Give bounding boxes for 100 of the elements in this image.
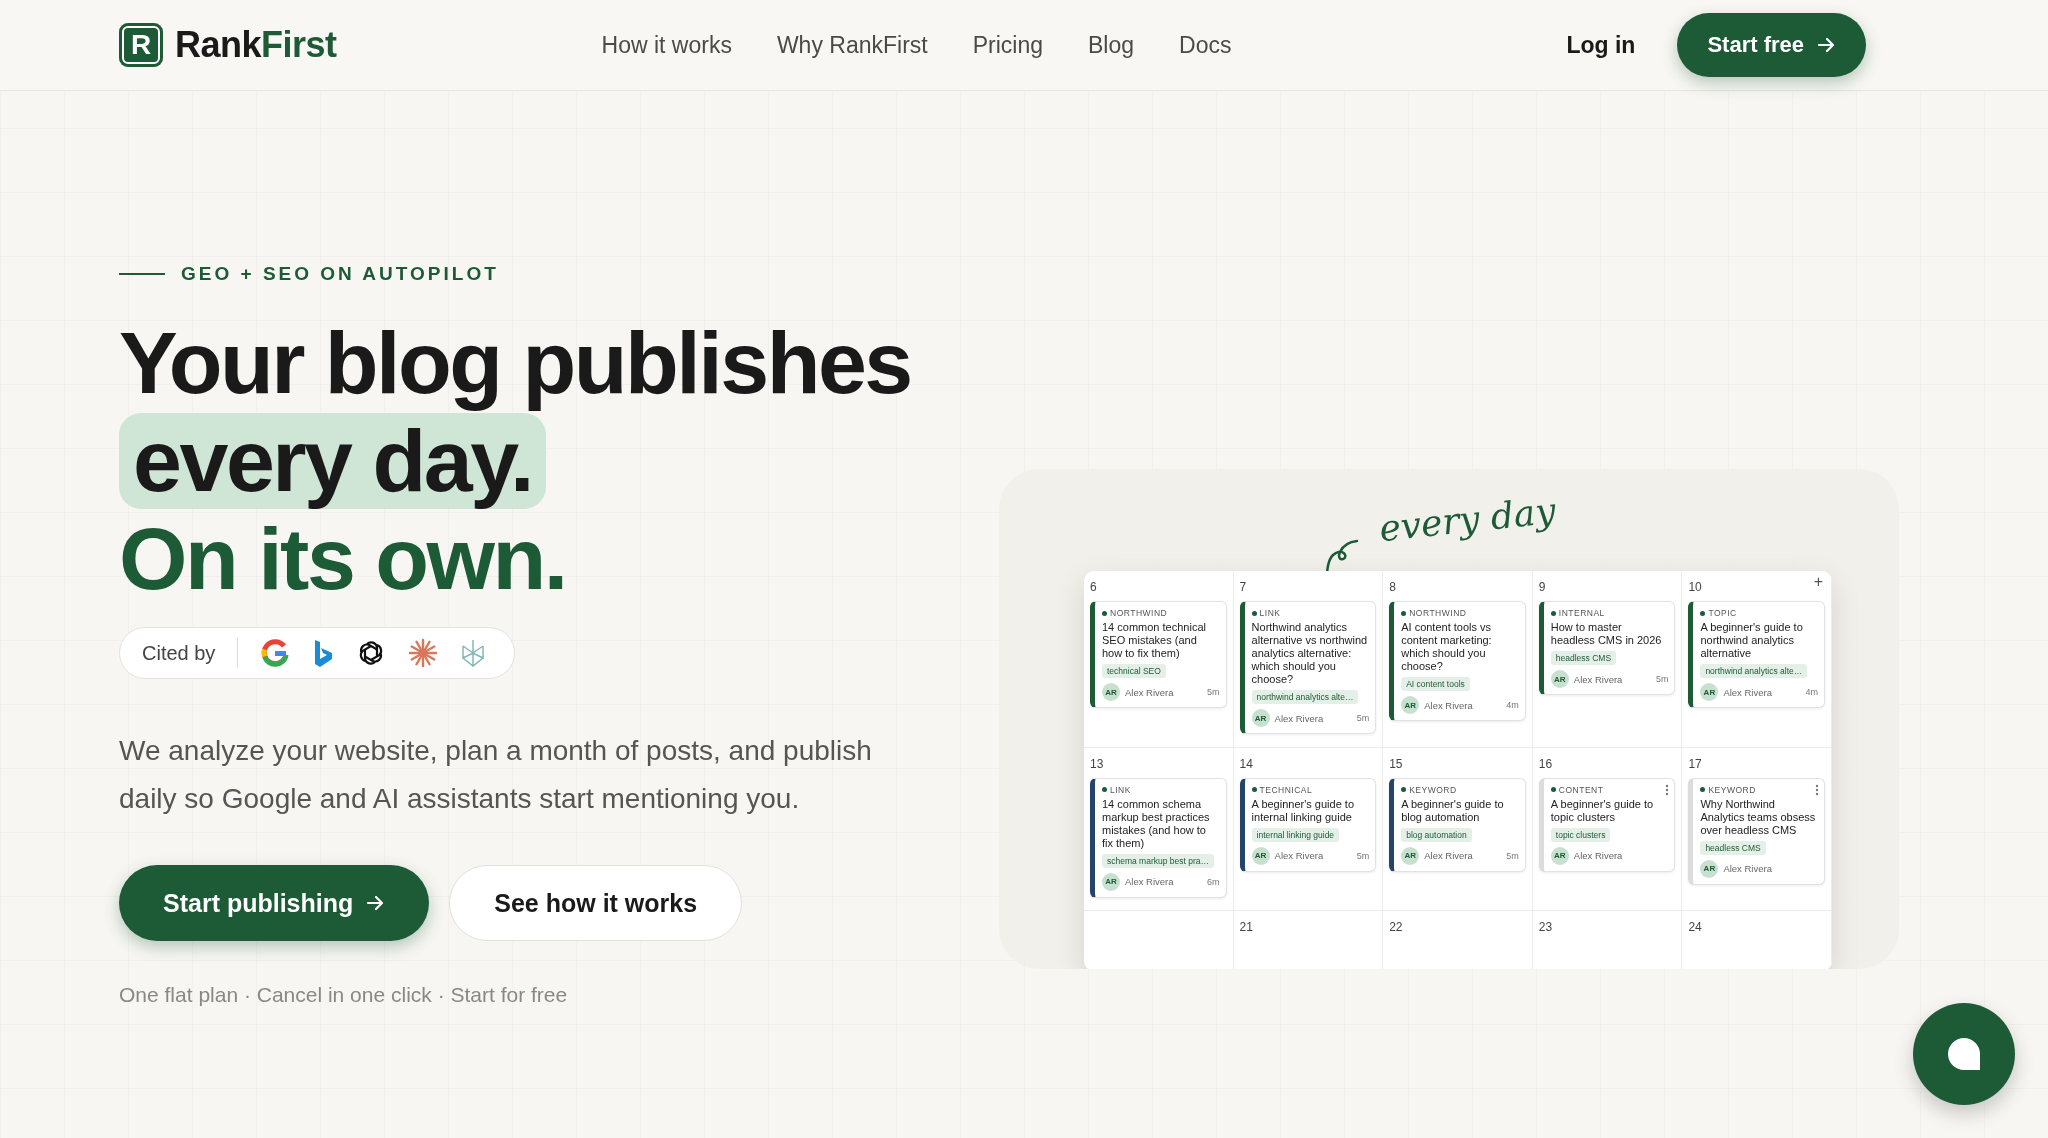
snowflake-logo-icon	[460, 638, 487, 668]
arrow-right-icon	[365, 893, 386, 913]
login-link[interactable]: Log in	[1566, 31, 1636, 59]
keyword-tag: headless CMS	[1550, 651, 1617, 665]
author-avatar: AR	[1251, 846, 1270, 865]
author-name: Alex Rivera	[1573, 850, 1623, 862]
eyebrow-text: GEO + SEO ON AUTOPILOT	[181, 263, 499, 285]
author-name: Alex Rivera	[1424, 850, 1473, 862]
post-category: CONTENT	[1550, 784, 1669, 795]
author-name: Alex Rivera	[1723, 863, 1772, 875]
add-post-button[interactable]: +	[1813, 573, 1823, 591]
day-number: 8	[1389, 580, 1396, 594]
read-time: 6m	[1207, 876, 1220, 887]
post-card[interactable]: KEYWORD Why Northwind Analytics teams obsess over headless CMS headless CMS AR Alex Rivera	[1688, 777, 1825, 885]
keyword-tag: AI content tools	[1401, 677, 1470, 691]
nav-link[interactable]: Blog	[1088, 31, 1135, 59]
day-number: 21	[1239, 920, 1253, 935]
keyword-tag: blog automation	[1401, 827, 1472, 842]
cited-by-label: Cited by	[142, 641, 216, 665]
headline: Your blog publishes	[119, 315, 911, 411]
post-card[interactable]: NORTHWIND AI content tools vs content marketing: which should you choose? AI content tools AR Alex Rivera 4m	[1389, 601, 1526, 721]
author-avatar: AR	[1700, 859, 1719, 878]
post-card[interactable]: KEYWORD A beginner's guide to blog automation blog automation AR Alex Rivera 5m	[1389, 777, 1526, 872]
post-title: A beginner's guide to blog automation	[1401, 797, 1505, 824]
post-title: 14 common technical SEO mistakes (and how to fix them)	[1102, 621, 1207, 660]
post-card[interactable]: TECHNICAL A beginner's guide to internal linking guide internal linking guide AR Alex Rivera 5m	[1239, 777, 1377, 872]
post-category: LINK	[1102, 784, 1220, 795]
post-category: NORTHWIND	[1401, 608, 1519, 618]
post-title: A beginner's guide to internal linking guide	[1251, 797, 1355, 824]
post-title: A beginner's guide to northwind analytics alternative	[1700, 621, 1804, 660]
read-time: 5m	[1356, 713, 1370, 723]
day-number: 13	[1090, 756, 1104, 771]
keyword-tag: headless CMS	[1700, 840, 1766, 855]
nav-link[interactable]: How it works	[601, 31, 732, 59]
g-logo-icon	[260, 638, 291, 668]
post-category: TECHNICAL	[1251, 784, 1370, 795]
brand-name[interactable]: RankFirst	[175, 24, 337, 66]
nav-link[interactable]: Docs	[1179, 31, 1232, 59]
day-number: 15	[1389, 756, 1403, 771]
more-icon[interactable]	[1815, 783, 1819, 796]
post-card[interactable]: TOPIC A beginner's guide to northwind analytics alternative northwind analytics alte… AR Alex Rivera 4m	[1688, 601, 1825, 708]
post-category: NORTHWIND	[1102, 608, 1220, 618]
day-number: 9	[1538, 580, 1546, 594]
day-number: 24	[1688, 920, 1702, 935]
author-avatar: AR	[1401, 846, 1420, 865]
read-time: 5m	[1506, 850, 1519, 861]
arrow-right-icon	[1816, 35, 1836, 55]
day-number: 22	[1389, 920, 1403, 935]
chat-button[interactable]	[1913, 1003, 2015, 1105]
author-avatar: AR	[1550, 670, 1569, 688]
read-time: 5m	[1655, 674, 1669, 684]
read-time: 5m	[1356, 850, 1370, 861]
start-publishing-button[interactable]: Start publishing	[119, 865, 430, 941]
hero-description: We analyze your website, plan a month of posts, and publish daily so Google and AI assistants start mentioning you.	[119, 734, 873, 816]
keyword-tag: northwind analytics alte…	[1251, 690, 1359, 704]
day-number: 14	[1239, 756, 1253, 771]
see-how-it-works-button[interactable]: See how it works	[449, 865, 743, 941]
nav-link[interactable]: Why RankFirst	[776, 31, 928, 59]
post-title: Why Northwind Analytics teams obsess over headless CMS	[1700, 797, 1817, 837]
more-icon[interactable]	[1665, 783, 1670, 796]
headline: On its own.	[119, 511, 566, 607]
logo-mark[interactable]: R	[119, 23, 163, 67]
day-number: 17	[1688, 756, 1702, 771]
author-name: Alex Rivera	[1274, 850, 1324, 862]
author-avatar: AR	[1102, 872, 1120, 891]
keyword-tag: technical SEO	[1102, 664, 1166, 678]
post-title: 14 common schema markup best practices mistakes (and how to fix them)	[1102, 797, 1211, 850]
author-name: Alex Rivera	[1274, 712, 1324, 724]
read-time: 4m	[1506, 700, 1519, 710]
post-card[interactable]: LINK Northwind analytics alternative vs northwind analytics alternative: which should you choose? northwind analytics alte… AR Alex Rivera 5m	[1239, 601, 1377, 734]
author-name: Alex Rivera	[1424, 699, 1473, 711]
handwritten-note: every day	[1377, 489, 1558, 550]
day-number: 6	[1090, 580, 1097, 594]
author-name: Alex Rivera	[1125, 876, 1174, 888]
read-time: 5m	[1207, 687, 1220, 697]
author-avatar: AR	[1700, 683, 1719, 701]
post-title: Northwind analytics alternative vs northwind analytics alternative: which should you choose?	[1251, 621, 1369, 686]
author-avatar: AR	[1550, 846, 1569, 865]
day-number: 7	[1239, 580, 1247, 594]
day-number: 23	[1538, 920, 1553, 935]
post-card[interactable]: CONTENT A beginner's guide to topic clusters topic clusters AR Alex Rivera	[1538, 777, 1676, 872]
post-card[interactable]: NORTHWIND 14 common technical SEO mistakes (and how to fix them) technical SEO AR Alex Rivera 5m	[1090, 601, 1227, 708]
post-category: TOPIC	[1700, 608, 1818, 618]
post-card[interactable]: INTERNAL How to master headless CMS in 2026 headless CMS AR Alex Rivera 5m	[1538, 601, 1676, 695]
keyword-tag: internal linking guide	[1251, 827, 1340, 842]
post-title: A beginner's guide to topic clusters	[1550, 797, 1655, 824]
post-title: AI content tools vs content marketing: which should you choose?	[1401, 621, 1493, 673]
author-name: Alex Rivera	[1573, 673, 1623, 685]
read-time: 4m	[1805, 687, 1818, 697]
keyword-tag: schema markup best pra…	[1102, 853, 1215, 868]
author-name: Alex Rivera	[1125, 686, 1174, 698]
asterisk-icon	[408, 638, 439, 668]
author-avatar: AR	[1251, 709, 1270, 727]
b-logo-icon	[312, 638, 335, 668]
keyword-tag: northwind analytics alte…	[1700, 664, 1808, 678]
nav-link[interactable]: Pricing	[972, 31, 1043, 59]
post-card[interactable]: LINK 14 common schema markup best practices mistakes (and how to fix them) schema markup best pra… AR Alex Rivera 6m	[1090, 777, 1227, 898]
post-title: How to master headless CMS in 2026	[1550, 621, 1663, 647]
plan-note: One flat plan · Cancel in one click · Start for free	[119, 983, 569, 1007]
start-free-button[interactable]: Start free	[1677, 13, 1866, 77]
